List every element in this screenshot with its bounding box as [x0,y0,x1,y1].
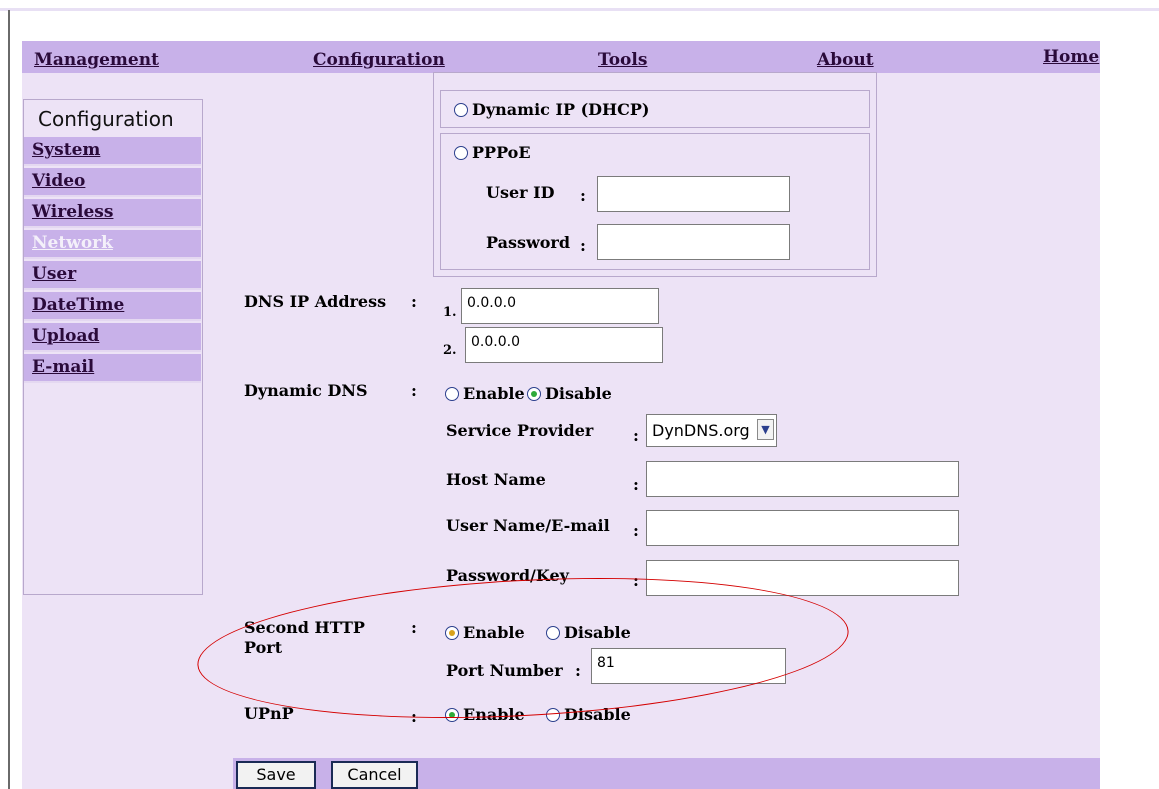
menu-about[interactable]: About [817,50,874,70]
ddns-enable-label: Enable [463,384,525,403]
sidebar-item-network[interactable]: Network [24,230,201,259]
upnp-enable-label: Enable [463,705,525,724]
dns2-input[interactable]: 0.0.0.0 [465,327,663,363]
ddns-disable-radio[interactable] [527,387,541,401]
dns-ip-label: DNS IP Address [244,292,387,311]
upnp-disable-label: Disable [564,705,631,724]
sidebar-item-system[interactable]: System [24,137,201,166]
colon: : [580,186,586,205]
sidebar-title: Configuration [38,107,174,131]
second-http-enable-label: Enable [463,623,525,642]
cancel-button[interactable]: Cancel [331,761,418,789]
dns1-input[interactable]: 0.0.0.0 [461,288,659,324]
menu-tools[interactable]: Tools [598,50,647,70]
sidebar-item-wireless[interactable]: Wireless [24,199,201,228]
colon: : [411,618,417,637]
dns1-prefix: 1. [443,305,457,320]
pppoe-radio[interactable] [454,146,468,160]
host-name-input[interactable] [646,461,959,497]
pppoe-user-id-input[interactable] [597,176,790,212]
top-border [0,8,1159,11]
port-number-label: Port Number [446,661,563,680]
second-http-enable-radio[interactable] [445,626,459,640]
top-menu-bar [22,41,1100,73]
second-http-disable-label: Disable [564,623,631,642]
upnp-label: UPnP [244,704,294,723]
upnp-enable-radio[interactable] [445,708,459,722]
colon: : [633,426,639,445]
colon: : [411,292,417,311]
sidebar-item-user[interactable]: User [24,261,201,290]
port-number-input[interactable]: 81 [591,648,786,684]
pppoe-password-input[interactable] [597,224,790,260]
sidebar-item-datetime[interactable]: DateTime [24,292,201,321]
second-http-disable-radio[interactable] [546,626,560,640]
ddns-username-label: User Name/E-mail [446,516,610,535]
ddns-enable-radio[interactable] [445,387,459,401]
colon: : [633,571,639,590]
ddns-username-input[interactable] [646,510,959,546]
colon: : [633,521,639,540]
sidebar-item-email[interactable]: E-mail [24,354,201,383]
pppoe-label: PPPoE [472,143,531,162]
service-provider-label: Service Provider [446,421,594,440]
ddns-disable-label: Disable [545,384,612,403]
dhcp-label: Dynamic IP (DHCP) [472,100,650,119]
host-name-label: Host Name [446,470,546,489]
sidebar-item-upload[interactable]: Upload [24,323,201,352]
menu-home[interactable]: Home [1043,47,1099,67]
dhcp-radio[interactable] [454,103,468,117]
ddns-label: Dynamic DNS [244,381,368,400]
colon: : [580,236,586,255]
chevron-down-icon[interactable]: ▼ [757,419,774,440]
sidebar-item-video[interactable]: Video [24,168,201,197]
save-button[interactable]: Save [236,761,316,789]
colon: : [633,475,639,494]
ddns-password-label: Password/Key [446,566,569,585]
dns2-prefix: 2. [443,343,457,358]
pppoe-password-label: Password [486,233,571,252]
left-border [8,10,10,789]
ddns-password-input[interactable] [646,560,959,596]
colon: : [411,707,417,726]
upnp-disable-radio[interactable] [546,708,560,722]
colon: : [575,661,581,680]
menu-configuration[interactable]: Configuration [313,50,445,70]
second-http-label: Second HTTP Port [244,618,365,657]
pppoe-user-id-label: User ID [486,183,555,202]
colon: : [411,381,417,400]
menu-management[interactable]: Management [34,50,159,70]
